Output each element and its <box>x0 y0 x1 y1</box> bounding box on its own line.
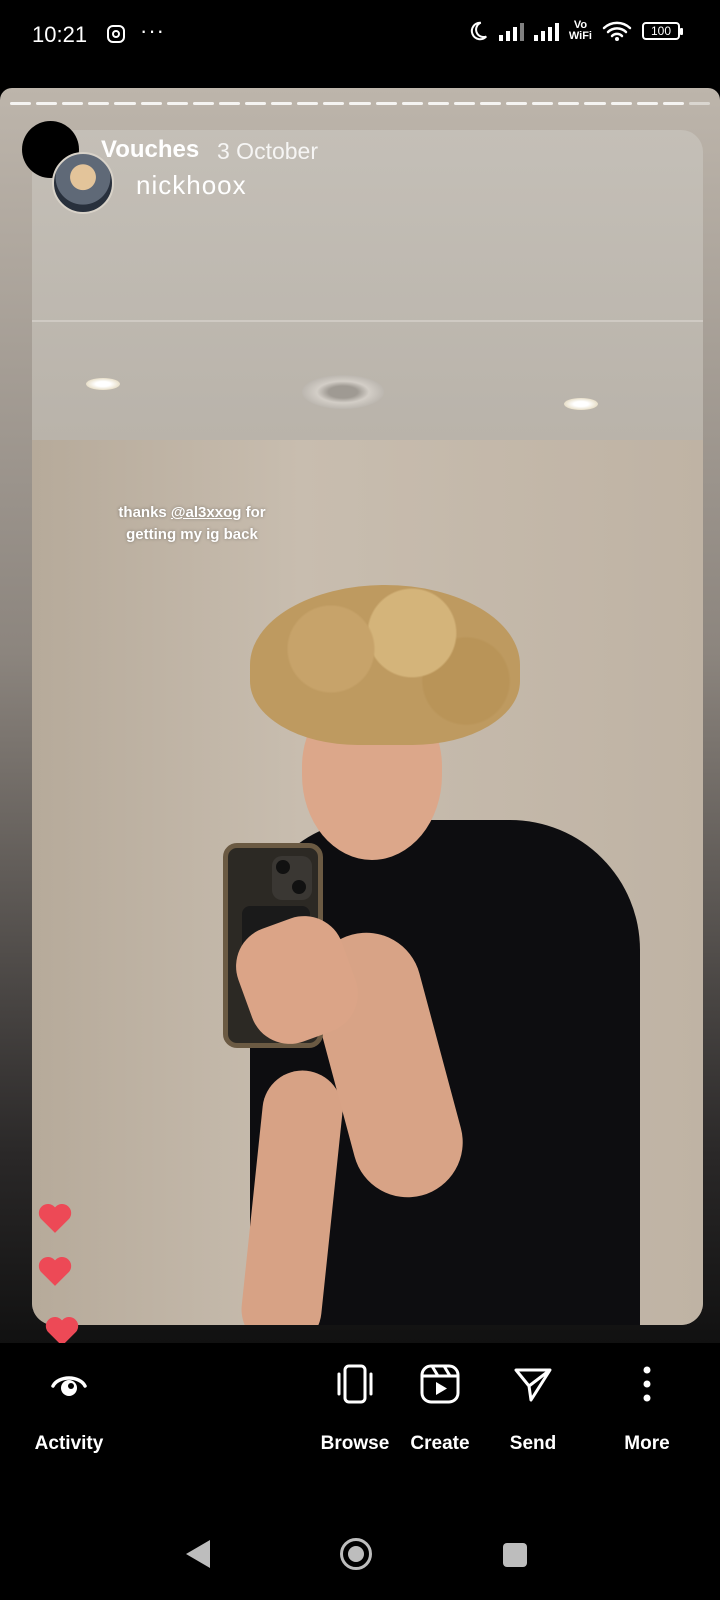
caption-mention[interactable]: @al3xxog <box>171 504 242 521</box>
back-icon[interactable] <box>186 1540 210 1568</box>
activity-button[interactable]: Activity <box>24 1362 114 1455</box>
wifi-icon <box>602 21 632 41</box>
ceiling-vent <box>302 375 384 409</box>
signal-icon-2 <box>533 21 559 41</box>
instagram-icon <box>107 25 125 43</box>
browse-button[interactable]: Browse <box>310 1362 400 1455</box>
story-date: 3 October <box>217 138 318 164</box>
heart-icon <box>38 1203 72 1233</box>
activity-eye-icon <box>51 1376 87 1396</box>
moon-icon <box>470 21 487 41</box>
recents-icon[interactable] <box>503 1543 527 1567</box>
story-caption: thanks @al3xxog for getting my ig back <box>112 502 272 546</box>
send-icon <box>514 1368 552 1402</box>
vowifi-icon: Vo WiFi <box>569 20 592 42</box>
system-nav-bar <box>0 1463 720 1600</box>
create-label: Create <box>410 1433 470 1454</box>
status-time: 10:21 <box>32 22 88 47</box>
story-username[interactable]: nickhoox <box>136 170 247 201</box>
story-photo[interactable]: thanks @al3xxog for getting my ig back <box>32 130 703 1325</box>
vowifi-bottom: WiFi <box>568 30 592 42</box>
send-label: Send <box>509 1433 557 1454</box>
send-button[interactable]: Send <box>488 1362 578 1455</box>
more-label: More <box>624 1433 670 1454</box>
heart-icon <box>45 1316 79 1346</box>
story-progress-bar <box>10 102 710 106</box>
home-icon[interactable] <box>340 1538 372 1570</box>
battery-icon: 100 <box>642 22 683 40</box>
create-button[interactable]: Create <box>395 1362 485 1455</box>
activity-label: Activity <box>34 1433 104 1454</box>
more-dots-icon: ··· <box>140 18 165 43</box>
signal-icon <box>498 21 524 41</box>
browse-icon <box>337 1364 373 1404</box>
ceiling <box>32 130 703 440</box>
heart-icon <box>38 1256 72 1286</box>
browse-label: Browse <box>320 1433 390 1454</box>
create-reels-icon <box>420 1364 460 1404</box>
more-button[interactable]: More <box>602 1362 692 1455</box>
caption-pre: thanks <box>118 504 171 521</box>
person-hair <box>250 585 520 745</box>
highlight-title[interactable]: Vouches <box>101 136 199 164</box>
status-right: Vo WiFi 100 <box>467 20 683 42</box>
more-vertical-icon <box>643 1366 651 1402</box>
status-bar: 10:21 ··· Vo WiFi 100 <box>0 0 720 72</box>
